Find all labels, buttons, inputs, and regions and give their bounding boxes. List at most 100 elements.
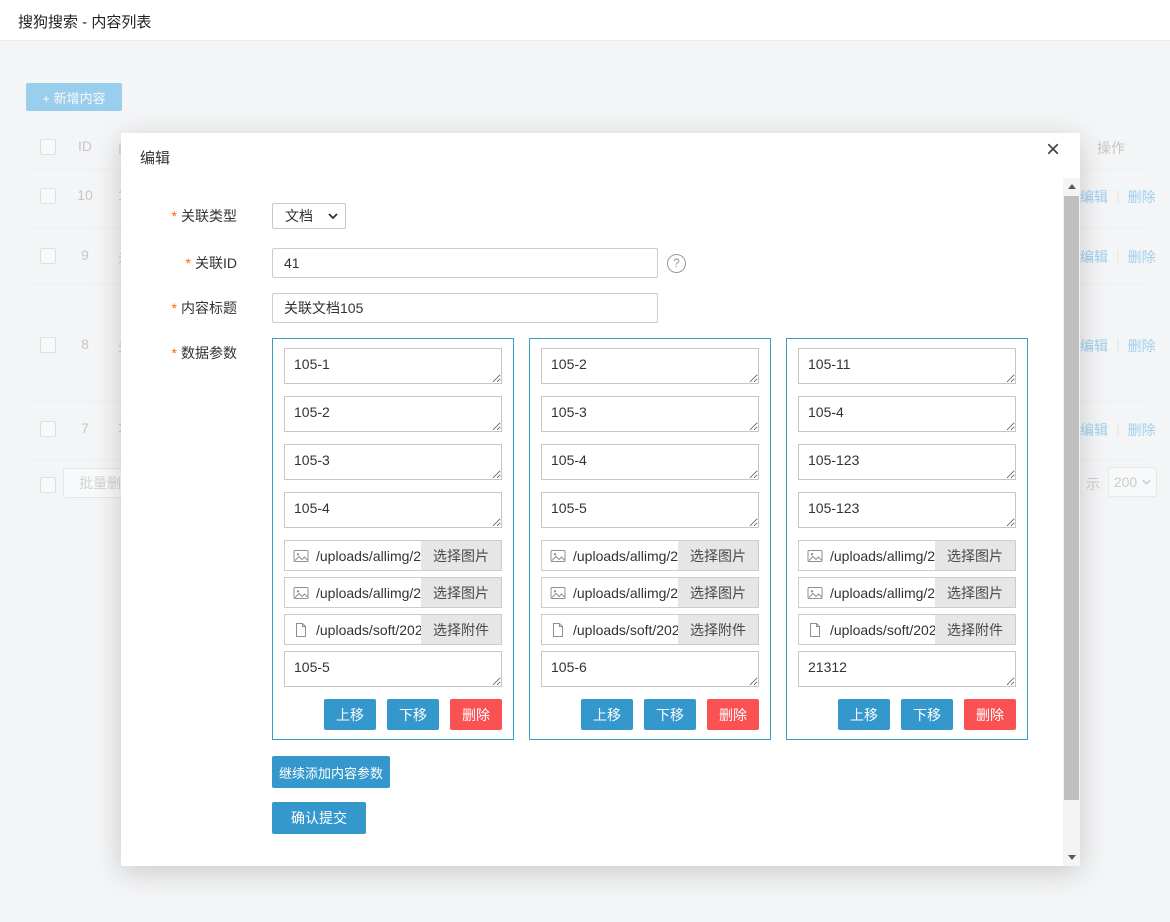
action-divider: | [1116,247,1120,267]
scrollbar-thumb[interactable] [1064,196,1079,800]
chevron-down-icon [1142,479,1151,485]
param-text-input[interactable]: 21312 [798,651,1016,687]
file-path: /uploads/allimg/2 [830,548,935,564]
move-down-button[interactable]: 下移 [644,699,696,730]
row-checkbox[interactable] [40,188,56,204]
attachment-icon [550,622,566,638]
field-label: *关联ID [121,248,272,278]
param-group-actions: 上移 下移 删除 [541,699,759,730]
action-divider: | [1116,187,1120,207]
param-text-input[interactable]: 105-1 [284,348,502,384]
attachment-path-row: /uploads/soft/202 选择附件 [284,614,502,645]
required-mark: * [172,208,177,224]
param-text-input[interactable]: 105-4 [284,492,502,528]
row-id: 7 [70,420,100,436]
batch-select-checkbox[interactable] [40,477,56,493]
delete-link[interactable]: 删除 [1128,336,1156,356]
choose-image-button[interactable]: 选择图片 [935,578,1015,607]
edit-link[interactable]: 编辑 [1080,247,1108,267]
delete-link[interactable]: 删除 [1128,420,1156,440]
choose-image-button[interactable]: 选择图片 [421,541,501,570]
row-actions: 编辑 | 删除 [1080,187,1156,207]
move-up-button[interactable]: 上移 [838,699,890,730]
param-text-input[interactable]: 105-3 [541,396,759,432]
close-icon[interactable]: × [1046,138,1060,162]
row-id: 8 [70,336,100,352]
image-path-row: /uploads/allimg/2 选择图片 [798,540,1016,571]
param-group-actions: 上移 下移 删除 [798,699,1016,730]
param-text-input[interactable]: 105-4 [798,396,1016,432]
row-id: 10 [70,187,100,203]
image-path-row: /uploads/allimg/2 选择图片 [284,577,502,608]
move-down-button[interactable]: 下移 [387,699,439,730]
choose-attachment-button[interactable]: 选择附件 [935,615,1015,644]
image-icon [550,585,566,601]
param-text-input[interactable]: 105-4 [541,444,759,480]
move-up-button[interactable]: 上移 [324,699,376,730]
page-header: 搜狗搜索 - 内容列表 [0,0,1170,41]
row-checkbox[interactable] [40,248,56,264]
file-path: /uploads/soft/202 [573,622,678,638]
param-text-input[interactable]: 105-3 [284,444,502,480]
form-row-content-title: *内容标题 [121,293,1063,323]
param-text-input[interactable]: 105-5 [284,651,502,687]
row-checkbox[interactable] [40,337,56,353]
attachment-icon [807,622,823,638]
chevron-down-icon [328,213,338,219]
add-param-group-button[interactable]: 继续添加内容参数 [272,756,390,788]
choose-image-button[interactable]: 选择图片 [678,541,758,570]
row-id: 9 [70,247,100,263]
scroll-up-arrow[interactable] [1063,178,1080,195]
delete-link[interactable]: 删除 [1128,187,1156,207]
required-mark: * [186,255,191,271]
add-content-button[interactable]: + 新增内容 [26,83,122,111]
image-path-row: /uploads/allimg/2 选择图片 [284,540,502,571]
move-up-button[interactable]: 上移 [581,699,633,730]
relation-type-value: 文档 [285,206,313,226]
delete-button[interactable]: 删除 [707,699,759,730]
param-text-input[interactable]: 105-11 [798,348,1016,384]
move-down-button[interactable]: 下移 [901,699,953,730]
delete-button[interactable]: 删除 [450,699,502,730]
edit-link[interactable]: 编辑 [1080,187,1108,207]
row-checkbox[interactable] [40,421,56,437]
param-text-input[interactable]: 105-123 [798,492,1016,528]
edit-link[interactable]: 编辑 [1080,336,1108,356]
relation-id-input[interactable] [272,248,658,278]
field-label: *关联类型 [121,203,272,229]
param-text-input[interactable]: 105-5 [541,492,759,528]
content-title-input[interactable] [272,293,658,323]
choose-image-button[interactable]: 选择图片 [678,578,758,607]
param-text-input[interactable]: 105-2 [541,348,759,384]
choose-image-button[interactable]: 选择图片 [935,541,1015,570]
image-icon [807,548,823,564]
relation-type-select[interactable]: 文档 [272,203,346,229]
page-size-select[interactable]: 200 [1108,467,1157,497]
choose-image-button[interactable]: 选择图片 [421,578,501,607]
image-path-row: /uploads/allimg/2 选择图片 [541,540,759,571]
column-header-actions: 操作 [1097,138,1125,158]
page-size-value: 200 [1114,474,1137,490]
edit-link[interactable]: 编辑 [1080,420,1108,440]
file-path: /uploads/allimg/2 [573,548,678,564]
param-group-3: 105-11 105-4 105-123 105-123 /uploads/al… [786,338,1028,740]
row-actions: 编辑 | 删除 [1080,336,1156,356]
scroll-down-arrow[interactable] [1063,849,1080,866]
attachment-path-row: /uploads/soft/202 选择附件 [541,614,759,645]
param-text-input[interactable]: 105-2 [284,396,502,432]
param-text-input[interactable]: 105-6 [541,651,759,687]
submit-button[interactable]: 确认提交 [272,802,366,834]
select-all-checkbox[interactable] [40,139,56,155]
action-divider: | [1116,420,1120,440]
file-path: /uploads/allimg/2 [316,548,421,564]
delete-link[interactable]: 删除 [1128,247,1156,267]
param-text-input[interactable]: 105-123 [798,444,1016,480]
page-title: 搜狗搜索 - 内容列表 [18,11,151,32]
delete-button[interactable]: 删除 [964,699,1016,730]
choose-attachment-button[interactable]: 选择附件 [678,615,758,644]
attachment-path-row: /uploads/soft/202 选择附件 [798,614,1016,645]
help-icon[interactable]: ? [667,254,686,273]
column-header-id: ID [70,138,100,154]
choose-attachment-button[interactable]: 选择附件 [421,615,501,644]
param-groups: 105-1 105-2 105-3 105-4 /uploads/allimg/… [272,338,1028,740]
